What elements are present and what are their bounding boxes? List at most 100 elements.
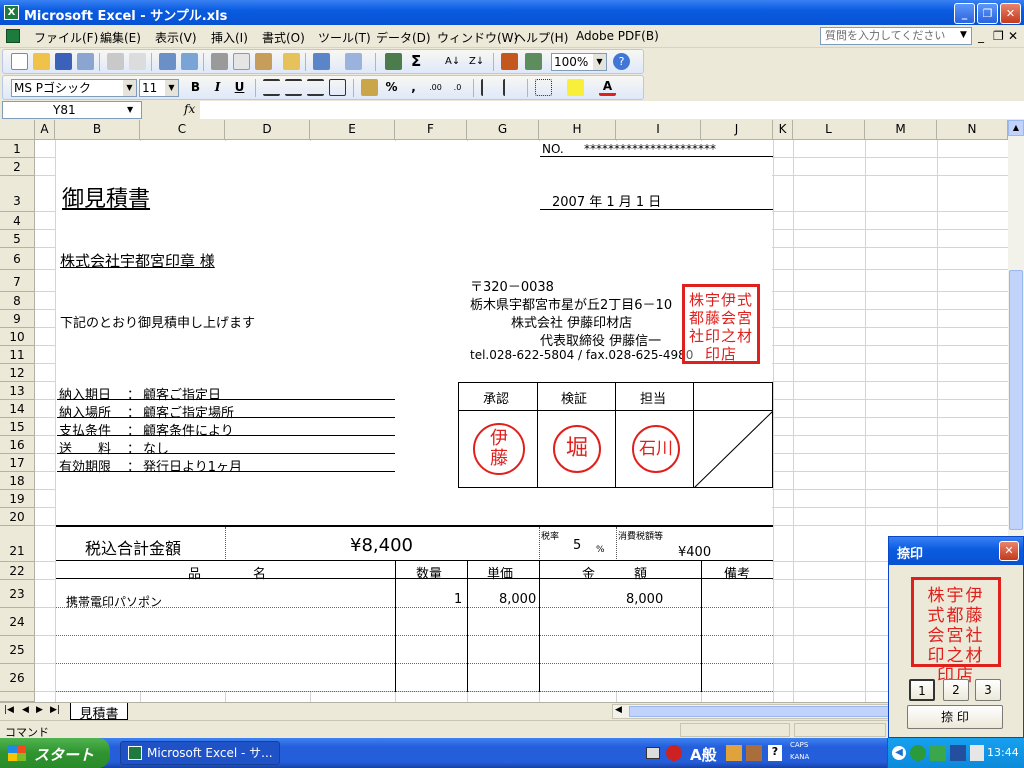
zoom-dropdown-icon[interactable]: ▼ [593,54,606,70]
merge-center-icon[interactable] [329,79,346,96]
menu-adobe-pdf[interactable]: Adobe PDF(B) [576,29,659,43]
tray-tool-icon[interactable] [950,745,966,761]
row-header[interactable]: 17 [0,454,35,472]
print-preview-icon[interactable] [129,53,146,70]
page-3-button[interactable]: 3 [975,679,1001,701]
ime-tool-icon[interactable] [726,745,742,761]
font-size-select[interactable]: 11 ▼ [139,79,179,97]
menu-format[interactable]: 書式(O) [262,29,305,46]
row-header[interactable]: 1 [0,140,35,158]
menu-data[interactable]: データ(D) [376,29,431,46]
col-header-g[interactable]: G [467,120,539,140]
row-header[interactable]: 13 [0,382,35,400]
align-right-icon[interactable] [307,79,324,96]
col-header-k[interactable]: K [773,120,793,140]
next-sheet-icon[interactable]: ▶ [36,705,43,715]
menu-tools[interactable]: ツール(T) [318,29,371,46]
bold-icon[interactable]: B [187,79,204,96]
zoom-select[interactable]: 100% ▼ [551,53,607,71]
row-header[interactable]: 8 [0,292,35,310]
row-header[interactable]: 5 [0,230,35,248]
row-header[interactable]: 21 [0,526,35,562]
dialog-close-button[interactable]: ✕ [999,541,1019,561]
decrease-indent-icon[interactable] [481,79,498,96]
doc-restore-button[interactable]: ❐ [993,29,1004,43]
ime-mode[interactable]: A般 [690,744,717,765]
help-dropdown-icon[interactable]: ▼ [960,30,967,40]
open-icon[interactable] [33,53,50,70]
row-header[interactable]: 6 [0,248,35,270]
italic-icon[interactable]: I [209,79,226,96]
sort-ascending-icon[interactable]: A↓ [445,53,462,70]
sort-descending-icon[interactable]: Z↓ [469,53,486,70]
font-size-dropdown-icon[interactable]: ▼ [165,80,178,96]
currency-icon[interactable] [361,79,378,96]
insert-function-icon[interactable]: fx [184,102,195,116]
help-icon[interactable]: ? [613,53,630,70]
col-header-i[interactable]: I [616,120,701,140]
restore-button[interactable]: ❐ [977,3,998,24]
start-button[interactable]: スタート [0,738,110,768]
paste-icon[interactable] [255,53,272,70]
percent-icon[interactable]: % [383,79,400,96]
menu-insert[interactable]: 挿入(I) [211,29,248,46]
col-header-l[interactable]: L [793,120,865,140]
copy-icon[interactable] [233,53,250,70]
font-name-dropdown-icon[interactable]: ▼ [123,80,136,96]
name-box-dropdown-icon[interactable]: ▼ [127,102,133,118]
page-1-button[interactable]: 1 [909,679,935,701]
increase-indent-icon[interactable] [503,79,520,96]
row-header[interactable]: 12 [0,364,35,382]
permission-icon[interactable] [77,53,94,70]
decrease-decimal-icon[interactable]: .0 [449,79,466,96]
minimize-button[interactable]: _ [954,3,975,24]
row-header[interactable]: 15 [0,418,35,436]
increase-decimal-icon[interactable]: .00 [427,79,444,96]
row-header[interactable]: 4 [0,212,35,230]
row-header[interactable]: 11 [0,346,35,364]
col-header-a[interactable]: A [35,120,55,140]
ime-pad-icon[interactable] [746,745,762,761]
save-icon[interactable] [55,53,72,70]
align-center-icon[interactable] [285,79,302,96]
row-header[interactable]: 10 [0,328,35,346]
row-header[interactable]: 19 [0,490,35,508]
page-2-button[interactable]: 2 [943,679,969,701]
ime-icon[interactable] [666,745,682,761]
menu-edit[interactable]: 編集(E) [100,29,141,46]
col-header-c[interactable]: C [140,120,225,140]
tray-expand-icon[interactable]: ◀ [892,746,906,760]
research-icon[interactable] [181,53,198,70]
tray-volume-icon[interactable] [970,745,984,761]
row-header[interactable]: 9 [0,310,35,328]
new-icon[interactable] [11,53,28,70]
doc-close-button[interactable]: ✕ [1008,29,1018,43]
hyperlink-icon[interactable] [385,53,402,70]
scroll-thumb[interactable] [1009,270,1023,530]
row-header[interactable]: 22 [0,562,35,580]
row-header[interactable]: 7 [0,270,35,292]
ime-help-icon[interactable]: ? [768,745,782,761]
underline-icon[interactable]: U [231,79,248,96]
chart-wizard-icon[interactable] [501,53,518,70]
scroll-left-icon[interactable]: ◀ [615,705,622,715]
row-header[interactable]: 20 [0,508,35,526]
worksheet-grid[interactable]: A B C D E F G H I J K L M N 1 2 3 4 5 6 … [0,120,1008,702]
cut-icon[interactable] [211,53,228,70]
borders-icon[interactable] [535,79,552,96]
menu-help[interactable]: ヘルプ(H) [514,29,568,46]
first-sheet-icon[interactable]: |◀ [4,705,14,715]
last-sheet-icon[interactable]: ▶| [50,705,60,715]
excel-app-icon[interactable]: X [4,5,19,20]
col-header-j[interactable]: J [701,120,773,140]
menu-file[interactable]: ファイル(F) [34,29,98,46]
formula-input[interactable] [200,101,1024,119]
print-icon[interactable] [107,53,124,70]
row-header[interactable]: 18 [0,472,35,490]
sheet-tab-estimate[interactable]: 見積書 [70,703,128,722]
tray-network-icon[interactable] [930,745,946,761]
name-box[interactable]: Y81 ▼ [2,101,142,119]
row-header[interactable]: 14 [0,400,35,418]
comma-style-icon[interactable]: , [405,79,422,96]
redo-icon[interactable] [345,53,362,70]
